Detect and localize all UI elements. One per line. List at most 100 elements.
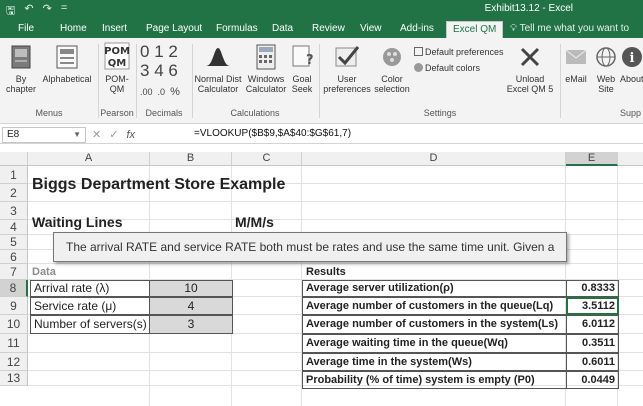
menus-group-label: Menus — [35, 108, 63, 118]
sheet-title[interactable]: Biggs Department Store Example — [32, 176, 285, 194]
percent-button[interactable]: % — [170, 86, 180, 98]
tab-formulas[interactable]: Formulas — [210, 21, 264, 38]
increase-decimal-button[interactable]: .00 — [140, 87, 153, 97]
row-gridline — [28, 263, 643, 264]
enter-icon[interactable]: ✓ — [109, 129, 126, 141]
goal-seek-icon: ? — [292, 45, 314, 68]
tab-home[interactable]: Home — [54, 21, 93, 38]
waiting-lines-label[interactable]: Waiting Lines — [32, 214, 122, 230]
ribbon: By chapter Alphabetical Menus POM QM POM-… — [0, 38, 643, 124]
row-header-3[interactable]: 3 — [0, 202, 28, 220]
column-header-b[interactable]: B — [150, 152, 232, 166]
insert-function-icon[interactable]: fx — [126, 129, 135, 141]
cancel-icon[interactable]: ✕ — [92, 129, 109, 141]
unload-excel-qm-button[interactable]: Unload Excel QM 5 — [503, 44, 557, 94]
row-header-7[interactable]: 7 — [0, 264, 28, 280]
formula-input[interactable]: =VLOOKUP($B$9,$A$40:$G$61,7) — [194, 128, 351, 139]
email-button[interactable]: eMail — [562, 44, 590, 84]
result-value[interactable]: 0.3511 — [566, 334, 619, 353]
data-header[interactable]: Data — [32, 266, 56, 278]
tab-file[interactable]: File — [12, 21, 40, 38]
decrease-decimal-button[interactable]: .0 — [158, 87, 166, 97]
decimals-4-button[interactable]: 4 — [154, 61, 163, 80]
column-header-c[interactable]: C — [232, 152, 302, 166]
decimals-0-button[interactable]: 0 — [140, 42, 149, 61]
palette-small-icon — [414, 63, 423, 72]
user-preferences-button[interactable]: User preferences — [322, 44, 372, 94]
ribbon-divider — [560, 44, 561, 118]
chevron-down-icon[interactable]: ▼ — [73, 128, 81, 142]
model-label[interactable]: M/M/s — [235, 214, 274, 230]
results-header[interactable]: Results — [306, 266, 346, 278]
row-header-9[interactable]: 9 — [0, 297, 28, 315]
result-value[interactable]: 0.6011 — [566, 353, 619, 371]
cell-comment-tooltip: The arrival RATE and service RATE both m… — [53, 232, 567, 262]
result-label[interactable]: Probability (% of time) system is empty … — [302, 371, 567, 389]
row-header-10[interactable]: 10 — [0, 315, 28, 334]
select-all-corner[interactable] — [0, 152, 28, 166]
svg-text:?: ? — [306, 53, 313, 68]
close-icon — [520, 47, 540, 67]
calculations-group-label: Calculations — [230, 108, 280, 118]
tab-excel-qm[interactable]: Excel QM — [446, 21, 504, 38]
decimals-3-button[interactable]: 3 — [140, 61, 149, 80]
input-label[interactable]: Number of servers(s) — [30, 315, 150, 334]
tab-view[interactable]: View — [354, 21, 388, 38]
window-title: Exhibit13.12 - Excel — [484, 3, 573, 14]
row-header-11[interactable]: 11 — [0, 334, 28, 353]
column-header-e[interactable]: E — [566, 152, 618, 166]
tab-insert[interactable]: Insert — [96, 21, 133, 38]
row-gridline — [28, 201, 643, 202]
result-label[interactable]: Average number of customers in the queue… — [302, 297, 567, 315]
result-value[interactable]: 6.0112 — [566, 315, 619, 334]
pom-qm-button[interactable]: POM QM POM- QM — [100, 42, 134, 94]
row-header-2[interactable]: 2 — [0, 184, 28, 202]
input-label[interactable]: Arrival rate (λ) — [30, 280, 150, 297]
default-colors-button[interactable]: Default colors — [414, 60, 504, 76]
result-label[interactable]: Average server utilization(ρ) — [302, 280, 567, 297]
default-preferences-button[interactable]: Default preferences — [414, 44, 504, 60]
result-label[interactable]: Average time in the system(Ws) — [302, 353, 567, 371]
column-header-d[interactable]: D — [302, 152, 566, 166]
result-label[interactable]: Average number of customers in the syste… — [302, 315, 567, 334]
tell-me-box[interactable]: 💡︎ Tell me what you want to do... — [504, 21, 643, 49]
by-chapter-button[interactable]: By chapter — [4, 44, 38, 94]
tab-data[interactable]: Data — [266, 21, 299, 38]
row-header-13[interactable]: 13 — [0, 371, 28, 386]
color-palette-icon — [383, 48, 401, 66]
result-label[interactable]: Average waiting time in the queue(Wq) — [302, 334, 567, 353]
about-button[interactable]: i About — [620, 44, 643, 84]
tab-review[interactable]: Review — [306, 21, 351, 38]
row-header-5[interactable]: 5 — [0, 235, 28, 250]
row-header-1[interactable]: 1 — [0, 166, 28, 184]
input-value[interactable]: 3 — [149, 315, 233, 334]
result-value[interactable]: 3.5112 — [566, 297, 619, 315]
worksheet-grid[interactable]: A B C D E 1 2 3 4 5 6 7 8 9 10 11 12 13 Biggs Depart… — [0, 152, 643, 406]
decimals-6-button[interactable]: 6 — [168, 61, 177, 80]
row-header-8[interactable]: 8 — [0, 280, 28, 297]
decimals-2-button[interactable]: 2 — [168, 42, 177, 61]
alphabetical-button[interactable]: Alphabetical — [40, 44, 94, 84]
svg-text:POM: POM — [104, 46, 130, 57]
web-site-button[interactable]: Web Site — [592, 44, 620, 94]
column-header-f[interactable] — [618, 152, 643, 166]
result-value[interactable]: 0.8333 — [566, 280, 619, 297]
tab-add-ins[interactable]: Add-ins — [394, 21, 440, 38]
name-box[interactable]: E8 ▼ — [2, 127, 86, 143]
normal-dist-calculator-button[interactable]: Normal Dist Calculator — [192, 44, 244, 94]
tab-page-layout[interactable]: Page Layout — [140, 21, 208, 38]
input-label[interactable]: Service rate (μ) — [30, 297, 150, 315]
row-header-6[interactable]: 6 — [0, 250, 28, 264]
result-value[interactable]: 0.0449 — [566, 371, 619, 389]
column-header-a[interactable]: A — [28, 152, 150, 166]
row-header-12[interactable]: 12 — [0, 353, 28, 371]
input-value[interactable]: 10 — [149, 280, 233, 297]
decimals-1-button[interactable]: 1 — [154, 42, 163, 61]
goal-seek-button[interactable]: ? Goal Seek — [288, 44, 316, 94]
ribbon-divider — [98, 44, 99, 118]
row-header-4[interactable]: 4 — [0, 220, 28, 235]
color-selection-button[interactable]: Color selection — [372, 44, 412, 94]
windows-calculator-button[interactable]: Windows Calculator — [244, 44, 288, 94]
decimals-digits: 0 1 2 3 4 6 — [140, 42, 188, 80]
input-value[interactable]: 4 — [149, 297, 233, 315]
